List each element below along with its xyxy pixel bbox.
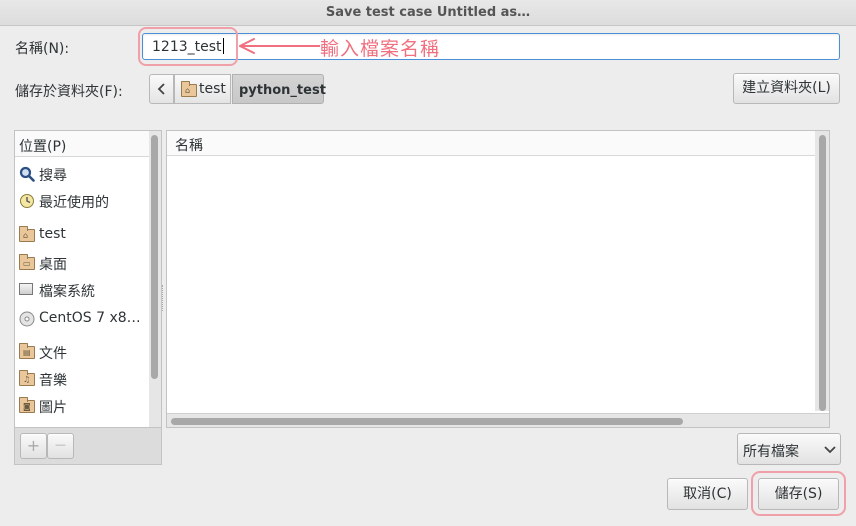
file-list-vscrollbar[interactable] — [815, 131, 829, 411]
places-item-recent[interactable]: 最近使用的 — [19, 190, 149, 212]
breadcrumb-label: test — [199, 81, 226, 97]
save-highlight — [751, 471, 846, 516]
places-header: 位置(P) — [15, 131, 161, 157]
window-title-bar: Save test case Untitled as… — [0, 0, 856, 26]
places-item-label: CentOS 7 x8… — [39, 310, 141, 326]
file-type-filter-value: 所有檔案 — [743, 444, 799, 460]
save-folder-label: 儲存於資料夾(F): — [15, 84, 123, 100]
pictures-folder-icon: ◙ — [19, 397, 35, 416]
places-item-documents[interactable]: ▤ 文件 — [19, 341, 149, 363]
places-item-test[interactable]: ⌂ test — [19, 224, 149, 246]
desktop-folder-icon: ▭ — [19, 254, 35, 273]
places-item-label: 文件 — [39, 346, 67, 362]
remove-bookmark-button[interactable]: — — [47, 433, 74, 459]
filename-highlight — [138, 27, 238, 66]
create-folder-label: 建立資料夾(L) — [742, 80, 831, 96]
documents-folder-icon: ▤ — [19, 343, 35, 362]
places-item-label: 搜尋 — [39, 168, 67, 184]
breadcrumb-python-test[interactable]: python_test — [232, 74, 326, 104]
places-item-label: 圖片 — [39, 400, 67, 416]
breadcrumb-test[interactable]: ⌂ test — [174, 74, 231, 104]
places-item-music[interactable]: ♫ 音樂 — [19, 368, 149, 390]
recent-icon — [20, 194, 34, 208]
places-item-desktop[interactable]: ▭ 桌面 — [19, 252, 149, 274]
chevron-down-icon — [824, 446, 836, 454]
places-header-label: 位置(P) — [19, 139, 67, 155]
cancel-button-label: 取消(C) — [683, 486, 732, 502]
places-item-label: 最近使用的 — [39, 195, 109, 211]
add-bookmark-button[interactable]: + — [20, 433, 47, 459]
name-label: 名稱(N): — [15, 41, 70, 57]
cancel-button[interactable]: 取消(C) — [667, 478, 748, 510]
disc-icon — [19, 311, 35, 327]
annotation-arrow-icon — [239, 38, 320, 54]
places-scrollbar[interactable] — [149, 131, 161, 427]
places-scrollbar-thumb[interactable] — [151, 135, 158, 379]
places-item-search[interactable]: 搜尋 — [19, 163, 149, 185]
file-list-header[interactable]: 名稱 — [167, 131, 815, 156]
home-folder-icon: ⌂ — [181, 81, 197, 97]
places-item-filesystem[interactable]: 檔案系統 — [19, 279, 149, 301]
places-item-pictures[interactable]: ◙ 圖片 — [19, 395, 149, 417]
pane-resize-grip[interactable] — [162, 285, 165, 311]
search-icon — [19, 166, 35, 182]
annotation-text: 輸入檔案名稱 — [320, 38, 441, 60]
places-toolbar: + — — [14, 428, 162, 465]
home-folder-icon: ⌂ — [19, 226, 35, 245]
file-list-vscrollbar-thumb[interactable] — [819, 135, 826, 411]
places-sidebar: 位置(P) 搜尋 最近使用的 ⌂ test ▭ 桌面 檔案系統 CentOS 7… — [14, 130, 162, 428]
places-item-label: 音樂 — [39, 373, 67, 389]
file-type-filter[interactable]: 所有檔案 — [737, 433, 841, 465]
chevron-left-icon — [157, 83, 165, 95]
music-folder-icon: ♫ — [19, 370, 35, 389]
places-item-label: 檔案系統 — [39, 284, 95, 300]
file-list-hscrollbar-thumb[interactable] — [171, 418, 683, 425]
remove-icon: — — [55, 438, 66, 451]
column-header-name[interactable]: 名稱 — [175, 135, 203, 155]
breadcrumb-label: python_test — [239, 83, 326, 98]
places-item-label: 桌面 — [39, 257, 67, 273]
add-icon: + — [26, 436, 41, 455]
places-item-centos[interactable]: CentOS 7 x8… — [19, 308, 149, 330]
path-back-button[interactable] — [149, 74, 174, 104]
places-item-label: test — [39, 226, 66, 242]
create-folder-button[interactable]: 建立資料夾(L) — [733, 73, 840, 104]
file-list: 名稱 — [166, 130, 830, 428]
drive-icon — [19, 283, 35, 299]
window-title: Save test case Untitled as… — [325, 5, 531, 20]
file-list-hscrollbar[interactable] — [167, 413, 829, 427]
